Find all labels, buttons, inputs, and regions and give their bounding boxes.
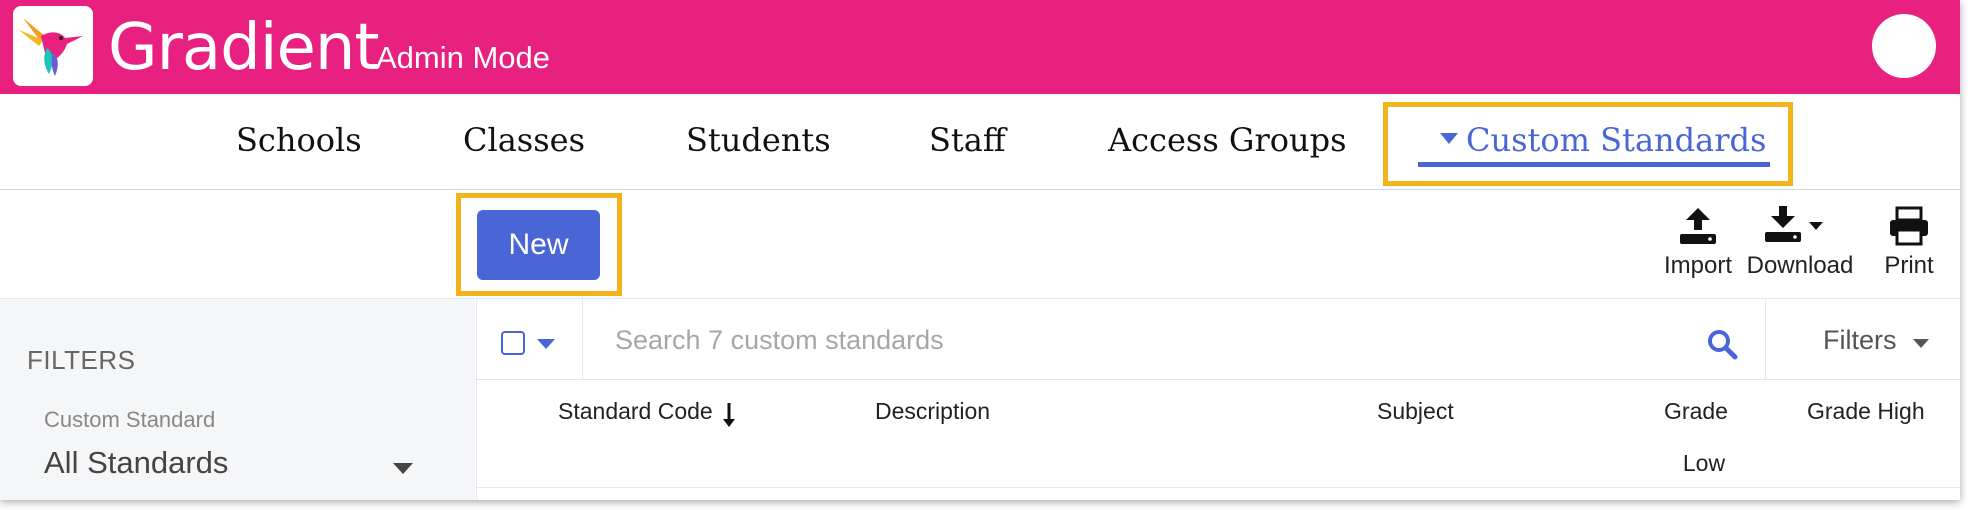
grade-low-label-line2: Low <box>1682 450 1726 476</box>
toolbar: New Import Download Print <box>0 190 1960 299</box>
import-button[interactable]: Import <box>1643 206 1753 280</box>
column-header-subject[interactable]: Subject <box>1377 385 1454 437</box>
top-header: Gradient Admin Mode <box>0 0 1960 94</box>
nav-classes[interactable]: Classes <box>463 120 585 160</box>
import-label: Import <box>1663 252 1732 279</box>
header-divider <box>477 487 1960 488</box>
standards-table: Filters Standard Code Description Subjec… <box>476 299 1960 500</box>
filters-caret-icon[interactable] <box>1913 339 1929 348</box>
filters-title: FILTERS <box>27 345 136 375</box>
admin-mode-label: Admin Mode <box>376 40 551 75</box>
printer-icon <box>1890 206 1928 246</box>
custom-standard-label: Custom Standard <box>44 407 216 432</box>
app-logo[interactable] <box>13 6 93 86</box>
filters-sidebar: FILTERS Custom Standard All Standards <box>0 299 475 500</box>
select-caret-icon[interactable] <box>393 463 413 474</box>
filters-button[interactable]: Filters <box>1823 325 1897 356</box>
grade-high-label: Grade High <box>1807 398 1925 424</box>
nav-students[interactable]: Students <box>686 120 831 160</box>
download-button[interactable]: Download <box>1745 206 1855 280</box>
column-header-grade-low[interactable]: Grade Low <box>1651 385 1741 489</box>
select-all-checkbox[interactable] <box>501 331 525 355</box>
download-icon <box>1765 206 1823 242</box>
nav-access-groups[interactable]: Access Groups <box>1108 120 1347 160</box>
upload-icon <box>1680 208 1716 244</box>
subject-label: Subject <box>1377 398 1454 424</box>
divider <box>582 299 583 379</box>
search-bar: Filters <box>477 299 1960 380</box>
description-label: Description <box>875 398 991 424</box>
chevron-down-icon <box>1809 222 1823 230</box>
highlight-box-custom-standards <box>1383 102 1793 186</box>
divider <box>1765 299 1766 379</box>
new-button[interactable]: New <box>477 210 600 280</box>
app-window: Gradient Admin Mode Schools Classes Stud… <box>0 0 1960 500</box>
grade-low-label-line1: Grade <box>1664 398 1728 424</box>
arrow-down-icon <box>723 403 736 427</box>
download-label: Download <box>1746 252 1854 279</box>
standard-code-label: Standard Code <box>558 398 713 424</box>
search-icon[interactable] <box>1706 328 1738 360</box>
search-input[interactable] <box>613 321 1647 359</box>
column-header-grade-high[interactable]: Grade High <box>1807 385 1925 437</box>
nav-staff[interactable]: Staff <box>929 120 1006 160</box>
print-button[interactable]: Print <box>1868 206 1950 280</box>
custom-standard-select[interactable]: All Standards <box>44 445 228 481</box>
user-avatar[interactable] <box>1872 14 1936 78</box>
hummingbird-logo-icon <box>19 18 83 76</box>
print-label: Print <box>1884 252 1934 279</box>
nav-schools[interactable]: Schools <box>236 120 362 160</box>
brand-name: Gradient <box>108 11 380 85</box>
column-header-standard-code[interactable]: Standard Code <box>558 385 737 437</box>
main-nav: Schools Classes Students Staff Access Gr… <box>0 94 1960 190</box>
select-menu-caret-icon[interactable] <box>537 339 555 349</box>
column-header-description[interactable]: Description <box>875 385 990 437</box>
